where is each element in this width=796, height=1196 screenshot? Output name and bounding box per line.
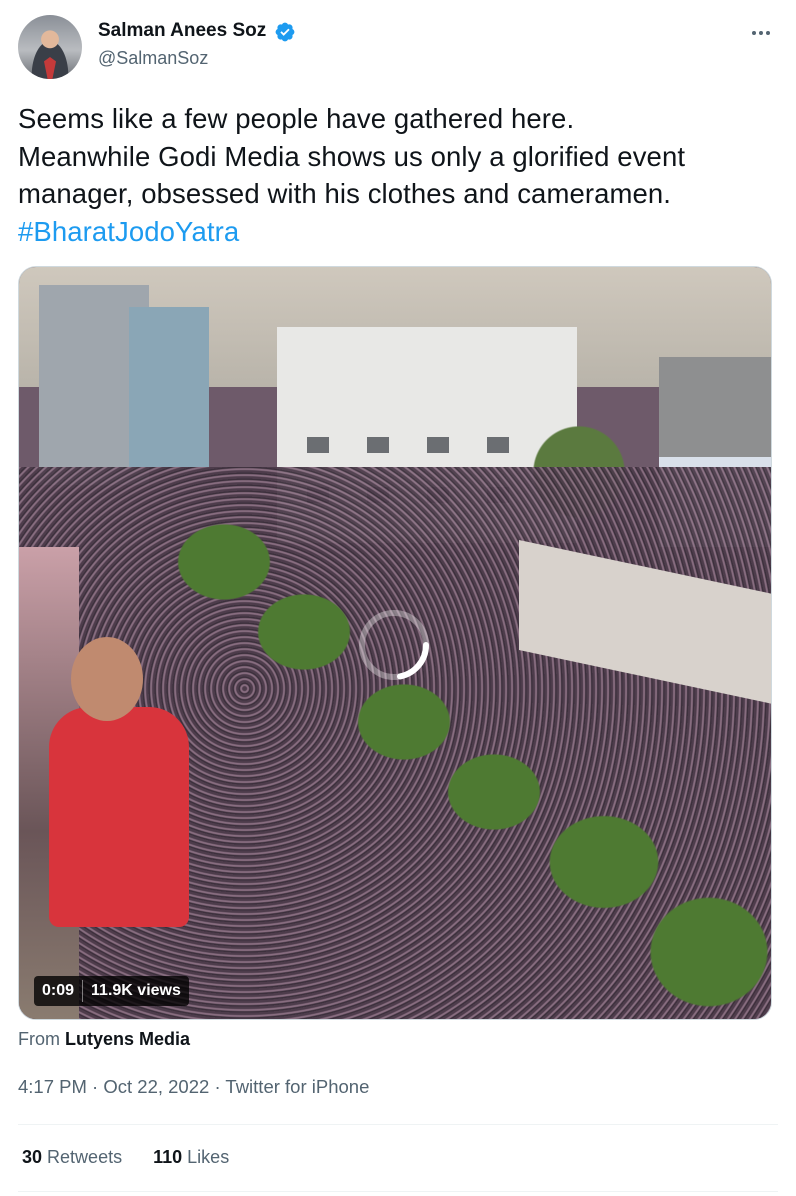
- hashtag-link[interactable]: #BharatJodoYatra: [18, 213, 778, 251]
- video-duration: 0:09: [42, 982, 75, 999]
- engagement-stats: 30 Retweets 110 Likes: [22, 1147, 255, 1168]
- retweets-stat-link[interactable]: 30 Retweets: [22, 1147, 127, 1167]
- source-name-link[interactable]: Lutyens Media: [65, 1029, 190, 1049]
- tweet-line-3: manager, obsessed with his clothes and c…: [18, 178, 672, 209]
- author-avatar[interactable]: [18, 15, 82, 79]
- retweets-count: 30: [22, 1147, 43, 1167]
- likes-label: Likes: [187, 1147, 230, 1167]
- video-source: From Lutyens Media: [18, 1029, 190, 1050]
- video-views: 11.9K views: [91, 982, 181, 999]
- tweet-metadata: 4:17 PM · Oct 22, 2022 · Twitter for iPh…: [18, 1076, 369, 1098]
- divider: [18, 1124, 778, 1125]
- meta-separator: ·: [92, 1076, 99, 1097]
- tweet-line-2: Meanwhile Godi Media shows us only a glo…: [18, 140, 686, 172]
- likes-count: 110: [153, 1147, 183, 1167]
- likes-stat-link[interactable]: 110 Likes: [153, 1147, 229, 1167]
- video-info-badge: 0:09 11.9K views: [34, 976, 189, 1006]
- tweet-text: Seems like a few people have gathered he…: [18, 100, 778, 250]
- author-handle[interactable]: @SalmanSoz: [98, 48, 208, 69]
- video-player[interactable]: 0:09 11.9K views: [18, 266, 772, 1020]
- tweet-client: Twitter for iPhone: [225, 1076, 370, 1097]
- tweet-line-1: Seems like a few people have gathered he…: [18, 103, 575, 134]
- video-frame-hedge: [439, 747, 549, 837]
- loading-spinner-icon: [359, 610, 429, 680]
- meta-separator: ·: [214, 1076, 221, 1097]
- video-frame-person: [71, 637, 143, 721]
- retweets-label: Retweets: [47, 1147, 123, 1167]
- tweet-date-link[interactable]: Oct 22, 2022: [103, 1076, 209, 1097]
- source-prefix: From: [18, 1029, 60, 1049]
- video-frame-person: [49, 707, 189, 927]
- author-name[interactable]: Salman Anees Soz: [98, 20, 266, 42]
- video-frame-hedge: [249, 587, 359, 677]
- video-frame-building: [129, 307, 209, 467]
- verified-badge-icon: [275, 22, 295, 42]
- tweet-time-link[interactable]: 4:17 PM: [18, 1076, 87, 1097]
- more-options-icon[interactable]: [746, 18, 776, 48]
- video-frame-hedge: [639, 887, 771, 1017]
- divider: [18, 1191, 778, 1192]
